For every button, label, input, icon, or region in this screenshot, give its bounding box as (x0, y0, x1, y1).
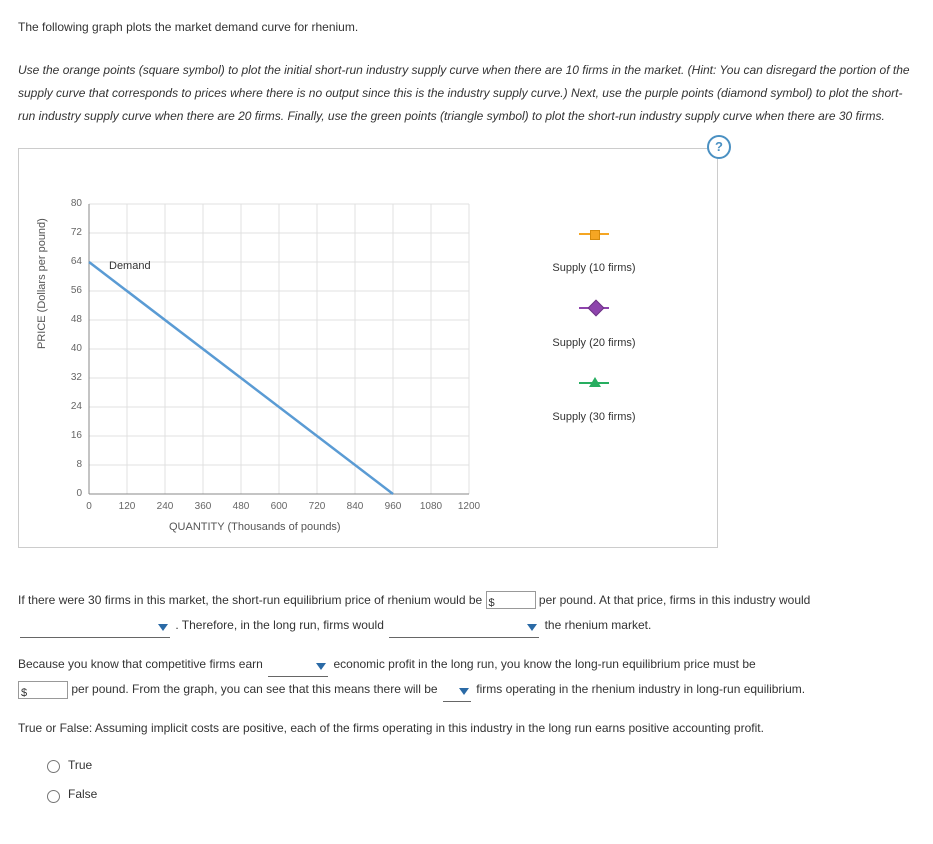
true-false-group: True False (42, 756, 915, 804)
radio-false[interactable] (47, 790, 60, 803)
question-2: Because you know that competitive firms … (18, 652, 915, 702)
dropdown-profit-loss[interactable] (20, 623, 170, 638)
chevron-down-icon (316, 663, 326, 670)
chevron-down-icon (158, 624, 168, 631)
legend-label: Supply (20 firms) (489, 335, 699, 353)
chevron-down-icon (527, 624, 537, 631)
radio-true[interactable] (47, 760, 60, 773)
chevron-down-icon (459, 688, 469, 695)
option-false[interactable]: False (42, 785, 915, 804)
triangle-green-icon (579, 377, 609, 389)
legend-label: Supply (10 firms) (489, 260, 699, 278)
legend-supply-30[interactable]: Supply (30 firms) (489, 376, 699, 427)
diamond-purple-icon (579, 302, 609, 314)
chart-svg (89, 204, 469, 494)
option-true[interactable]: True (42, 756, 915, 775)
x-axis-label: QUANTITY (Thousands of pounds) (169, 519, 341, 537)
y-axis-label: PRICE (Dollars per pound) (34, 218, 52, 349)
price-input-2[interactable]: $ (18, 681, 68, 699)
dropdown-zero-profit[interactable] (268, 662, 328, 677)
intro-text: The following graph plots the market dem… (18, 18, 915, 37)
legend-supply-10[interactable]: Supply (10 firms) (489, 227, 699, 278)
price-input-1[interactable]: $ (486, 591, 536, 609)
help-icon[interactable]: ? (707, 135, 731, 159)
demand-label: Demand (109, 258, 151, 276)
question-3-prompt: True or False: Assuming implicit costs a… (18, 716, 915, 741)
chart-legend: Supply (10 firms) Supply (20 firms) Supp… (489, 219, 699, 451)
dropdown-num-firms[interactable] (443, 687, 471, 702)
instructions-text: Use the orange points (square symbol) to… (18, 59, 915, 127)
square-orange-icon (579, 228, 609, 240)
question-1: If there were 30 firms in this market, t… (18, 588, 915, 638)
graph-container[interactable]: ? PRICE (Dollars per pound) QUANTITY (Th… (18, 148, 718, 548)
legend-label: Supply (30 firms) (489, 409, 699, 427)
legend-supply-20[interactable]: Supply (20 firms) (489, 301, 699, 352)
y-ticks: 0 8 16 24 32 40 48 56 64 72 80 (64, 204, 86, 494)
dropdown-enter-exit[interactable] (389, 623, 539, 638)
chart-plot-area[interactable]: Demand (89, 204, 469, 494)
